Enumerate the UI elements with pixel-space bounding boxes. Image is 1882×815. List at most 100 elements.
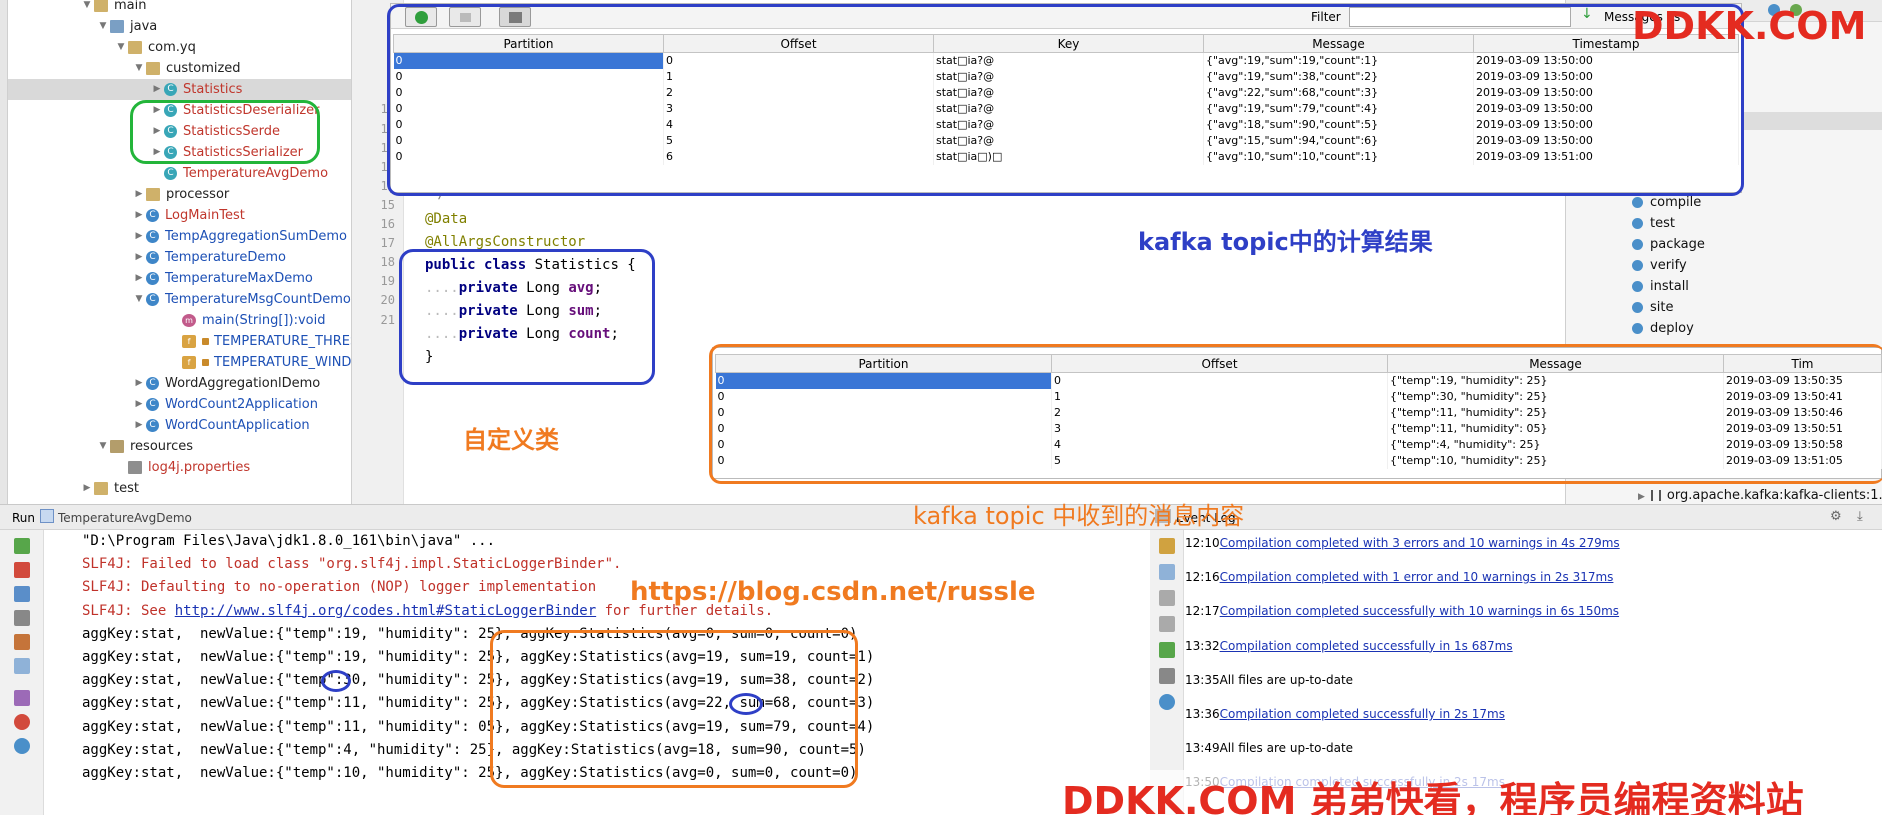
class-icon: C xyxy=(146,230,159,243)
hide-panel-icon[interactable]: ⤓ xyxy=(1857,509,1863,524)
tree-item-label: TemperatureMsgCountDemo xyxy=(165,292,351,307)
pause-icon[interactable] xyxy=(14,586,30,602)
expand-arrow-icon[interactable]: ▶ xyxy=(132,226,146,247)
expand-arrow-icon[interactable]: ▶ xyxy=(132,268,146,289)
tree-item-label: customized xyxy=(166,61,241,76)
maven-lifecycle-test[interactable]: test xyxy=(1632,216,1675,231)
caption-custom-class: 自定义类 xyxy=(463,426,559,454)
lock-icon xyxy=(202,338,209,345)
lifecycle-label: test xyxy=(1650,216,1675,231)
tree-item[interactable]: C TemperatureAvgDemo xyxy=(150,163,351,184)
expand-arrow-icon[interactable]: ▼ xyxy=(132,289,146,310)
expand-arrow-icon[interactable]: ▼ xyxy=(114,37,128,58)
class-icon: C xyxy=(146,293,159,306)
maven-lifecycle-site[interactable]: site xyxy=(1632,300,1673,315)
expand-arrow-icon[interactable]: ▼ xyxy=(96,436,110,457)
lifecycle-label: compile xyxy=(1650,195,1702,210)
tree-item[interactable]: ▼ customized xyxy=(132,58,351,79)
tree-item-label: TEMPERATURE_THRESHOLD xyxy=(214,334,351,349)
event-link[interactable]: Compilation completed with 3 errors and … xyxy=(1220,536,1620,550)
tree-item-label: Statistics xyxy=(183,82,243,97)
tree-item[interactable]: ▶ C TemperatureDemo xyxy=(132,247,351,268)
camera-icon[interactable] xyxy=(14,610,30,626)
console-text: "D:\Program Files\Java\jdk1.8.0_161\bin\… xyxy=(82,533,496,549)
event-log-entry: 12:17Compilation completed successfully … xyxy=(1185,604,1619,618)
wrap-icon[interactable] xyxy=(1159,590,1175,606)
tree-item[interactable]: m main(String[]):void xyxy=(168,310,351,331)
wrench-icon[interactable] xyxy=(1159,538,1175,554)
tree-item[interactable]: ▼ resources xyxy=(96,436,351,457)
lifecycle-gear-icon xyxy=(1632,218,1643,229)
line-number: 19 xyxy=(380,274,395,289)
rerun-icon[interactable] xyxy=(14,538,30,554)
scroll-icon[interactable] xyxy=(1159,616,1175,632)
expand-arrow-icon[interactable]: ▶ xyxy=(132,373,146,394)
run-tab-temperatureavgdemo[interactable]: TemperatureAvgDemo xyxy=(58,511,192,525)
help-log-icon[interactable] xyxy=(1159,694,1175,710)
tree-item[interactable]: ▼ com.yq xyxy=(114,37,351,58)
maven-lifecycle-package[interactable]: package xyxy=(1632,237,1705,252)
event-link[interactable]: Compilation completed successfully in 2s… xyxy=(1220,707,1505,721)
stop-process-icon[interactable] xyxy=(14,562,30,578)
layout-icon[interactable] xyxy=(14,658,30,674)
tree-item[interactable]: ▶ C TempAggregationSumDemo xyxy=(132,226,351,247)
expand-arrow-icon[interactable]: ▶ xyxy=(132,394,146,415)
tree-item[interactable]: ▶ C LogMainTest xyxy=(132,205,351,226)
console-text: SLF4J: See xyxy=(82,602,175,619)
tree-item[interactable]: ▼ C TemperatureMsgCountDemo xyxy=(132,289,351,310)
maven-lifecycle-deploy[interactable]: deploy xyxy=(1632,321,1694,336)
kafka-clients-dependency[interactable]: ▶ org.apache.kafka:kafka-clients:1.0.2 xyxy=(1638,488,1882,503)
expand-arrow-icon[interactable]: ▼ xyxy=(132,58,146,79)
tree-item[interactable]: ▶ C WordCount2Application xyxy=(132,394,351,415)
console-link[interactable]: http://www.slf4j.org/codes.html#StaticLo… xyxy=(175,603,596,619)
caption-topic-results: kafka topic中的计算结果 xyxy=(1138,228,1433,256)
tree-item[interactable]: f TEMPERATURE_THRESHOLD xyxy=(168,331,351,352)
expand-arrow-icon[interactable]: ▶ xyxy=(150,79,164,100)
event-time: 13:36 xyxy=(1185,707,1220,721)
tree-item[interactable]: ▶ test xyxy=(80,478,351,499)
event-link[interactable]: Compilation completed with 1 error and 1… xyxy=(1220,570,1614,584)
expand-arrow-icon[interactable]: ▼ xyxy=(96,16,110,37)
tree-item-label: TemperatureDemo xyxy=(165,250,286,265)
blue-highlight-statistics-class xyxy=(399,249,655,385)
tree-item[interactable]: ▼ java xyxy=(96,16,351,37)
console-line: SLF4J: Failed to load class "org.slf4j.i… xyxy=(82,556,621,572)
tree-item[interactable]: ▶ C TemperatureMaxDemo xyxy=(132,268,351,289)
tree-item[interactable]: f TEMPERATURE_WINDOW_SIZE xyxy=(168,352,351,373)
maven-lifecycle-verify[interactable]: verify xyxy=(1632,258,1687,273)
event-link[interactable]: Compilation completed successfully with … xyxy=(1220,604,1619,618)
event-link[interactable]: Compilation completed successfully in 1s… xyxy=(1220,639,1513,653)
tree-item[interactable]: ▼ main xyxy=(80,0,351,16)
close-icon[interactable] xyxy=(14,714,30,730)
settings-gear-icon[interactable]: ⚙ xyxy=(1830,509,1842,524)
blue-circle-temp-30 xyxy=(321,670,351,692)
tree-item[interactable]: ▶ processor xyxy=(132,184,351,205)
clear-log-icon[interactable] xyxy=(1159,668,1175,684)
event-time: 12:17 xyxy=(1185,604,1220,619)
expand-arrow-icon[interactable]: ▶ xyxy=(80,478,94,499)
pin-icon[interactable] xyxy=(14,690,30,706)
tree-item[interactable]: ▶ C Statistics xyxy=(8,79,351,100)
mark-read-icon[interactable] xyxy=(1159,642,1175,658)
expand-arrow-icon[interactable]: ▶ xyxy=(132,205,146,226)
maven-lifecycle-compile[interactable]: compile xyxy=(1632,195,1701,210)
expand-arrow-icon[interactable]: ▶ xyxy=(132,415,146,436)
console-text: SLF4J: Defaulting to no-operation (NOP) … xyxy=(82,579,597,596)
login-icon[interactable] xyxy=(14,634,30,650)
tree-item[interactable]: ▶ C WordAggregationlDemo xyxy=(132,373,351,394)
tree-item[interactable]: ▶ C WordCountApplication xyxy=(132,415,351,436)
project-tool-strip[interactable] xyxy=(0,0,8,504)
tree-item-label: WordCount2Application xyxy=(165,397,318,412)
field-icon: f xyxy=(182,335,196,348)
help-icon[interactable] xyxy=(14,738,30,754)
tree-item[interactable]: log4j.properties xyxy=(114,457,351,478)
expand-arrow-icon[interactable]: ▼ xyxy=(80,0,94,16)
expand-arrow-icon[interactable]: ▶ xyxy=(132,247,146,268)
field-icon: f xyxy=(182,356,196,369)
lifecycle-gear-icon xyxy=(1632,197,1643,208)
maven-lifecycle-install[interactable]: install xyxy=(1632,279,1689,294)
expand-arrow-icon[interactable]: ▶ xyxy=(132,184,146,205)
library-icon xyxy=(1650,490,1661,501)
balloon-icon[interactable] xyxy=(1159,564,1175,580)
folder-icon xyxy=(94,482,108,495)
